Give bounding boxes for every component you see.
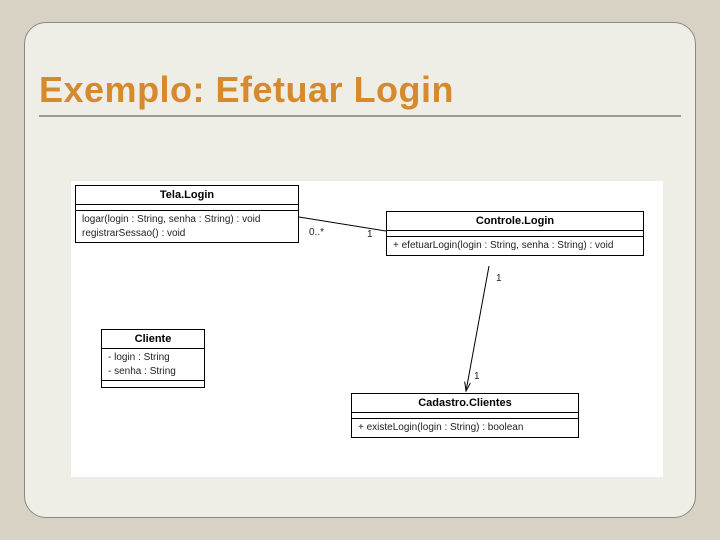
class-cadastro-clientes: Cadastro.Clientes + existeLogin(login : … (351, 393, 579, 438)
class-attributes: - login : String - senha : String (102, 349, 204, 381)
multiplicity-label: 1 (367, 229, 373, 240)
operation: registrarSessao() : void (82, 227, 292, 241)
multiplicity-label: 1 (474, 371, 480, 382)
class-operations (102, 381, 204, 387)
class-controle-login: Controle.Login + efetuarLogin(login : St… (386, 211, 644, 256)
class-name: Tela.Login (76, 186, 298, 205)
class-name: Controle.Login (387, 212, 643, 231)
attribute: - login : String (108, 351, 198, 365)
class-operations: + efetuarLogin(login : String, senha : S… (387, 237, 643, 255)
class-tela-login: Tela.Login logar(login : String, senha :… (75, 185, 299, 243)
operation: + existeLogin(login : String) : boolean (358, 421, 572, 435)
operation: + efetuarLogin(login : String, senha : S… (393, 239, 637, 253)
class-operations: + existeLogin(login : String) : boolean (352, 419, 578, 437)
class-operations: logar(login : String, senha : String) : … (76, 211, 298, 242)
multiplicity-label: 1 (496, 273, 502, 284)
slide-frame: Exemplo: Efetuar Login Tela.Login logar(… (24, 22, 696, 518)
page-title: Exemplo: Efetuar Login (39, 69, 454, 111)
class-name: Cadastro.Clientes (352, 394, 578, 413)
title-underline (39, 115, 681, 117)
uml-diagram: Tela.Login logar(login : String, senha :… (71, 181, 663, 477)
operation: logar(login : String, senha : String) : … (82, 213, 292, 227)
attribute: - senha : String (108, 365, 198, 379)
multiplicity-label: 0..* (309, 227, 324, 238)
class-name: Cliente (102, 330, 204, 349)
class-cliente: Cliente - login : String - senha : Strin… (101, 329, 205, 388)
